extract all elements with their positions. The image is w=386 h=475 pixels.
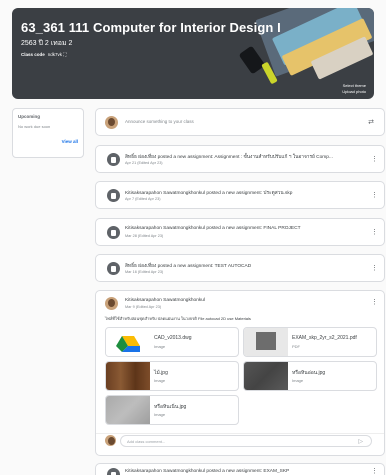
upload-photo-link[interactable]: Upload photo <box>342 89 366 95</box>
assignment-icon <box>107 262 120 275</box>
comment-row: Add class comment... ▷ <box>96 433 384 447</box>
assignment-icon <box>107 468 120 475</box>
attachment-item[interactable]: CAD_v2013.dwg Image <box>105 327 239 357</box>
attachment-name: หรือหินเนิ่น.jpg <box>154 404 187 410</box>
comment-input[interactable]: Add class comment... ▷ <box>120 435 372 447</box>
stone-thumbnail <box>106 396 150 424</box>
assignment-icon <box>107 153 120 166</box>
announce-input[interactable]: Announce something to your class <box>125 119 194 124</box>
attachment-type: Image <box>154 344 166 349</box>
post-date: Mar 16 (Edited Apr 23) <box>125 270 164 274</box>
post-title: Kitisaksarapahon Sawatmongkhonkul posted… <box>125 469 290 474</box>
stream-post[interactable]: Kitisaksarapahon Sawatmongkhonkul posted… <box>95 181 385 209</box>
more-options-icon[interactable]: ⋮ <box>371 156 378 163</box>
stone-thumbnail <box>244 362 288 390</box>
post-title: Kitisaksarapahon Sawatmongkhonkul posted… <box>125 191 293 196</box>
post-title: สิทธิ์ธ ผ่องเที่ยง posted a new assignme… <box>125 264 252 269</box>
upcoming-title: Upcoming <box>18 114 40 119</box>
attachment-type: Image <box>292 378 304 383</box>
class-code-value[interactable]: ndk7vk <box>48 52 62 57</box>
more-options-icon[interactable]: ⋮ <box>371 299 378 306</box>
more-options-icon[interactable]: ⋮ <box>371 192 378 199</box>
banner-decoration <box>238 45 266 75</box>
post-title: Kitisaksarapahon Sawatmongkhonkul posted… <box>125 226 301 231</box>
attachment-type: PDF <box>292 344 300 349</box>
class-section: 2563 ปี 2 เทอม 2 <box>21 40 73 47</box>
repost-icon[interactable]: ⇄ <box>368 118 374 126</box>
attachment-type: Image <box>154 412 166 417</box>
post-date: Apr 7 (Edited Apr 23) <box>125 197 161 201</box>
attachment-name: ไม้.jpg <box>154 370 168 376</box>
more-options-icon[interactable]: ⋮ <box>371 229 378 236</box>
stream-post[interactable]: สิทธิ์ธ ผ่องเที่ยง posted a new assignme… <box>95 254 385 282</box>
stream-post[interactable]: สิทธิ์ธ ผ่องเที่ยง posted a new assignme… <box>95 145 385 173</box>
stream-post[interactable]: Kitisaksarapahon Sawatmongkhonkul posted… <box>95 463 385 475</box>
attachment-item[interactable]: EXAM_skp_2yr_s2_2021.pdf PDF <box>243 327 377 357</box>
more-options-icon[interactable]: ⋮ <box>371 468 378 475</box>
class-code: Class code ndk7vk ⛶ <box>21 52 66 57</box>
upcoming-empty-text: No work due soon <box>18 124 51 129</box>
assignment-icon <box>107 226 120 239</box>
post-title: สิทธิ์ธ ผ่องเที่ยง posted a new assignme… <box>125 155 333 160</box>
attachment-item[interactable]: หรือหินอ่อน.jpg Image <box>243 361 377 391</box>
banner-actions: Select theme Upload photo <box>342 83 366 95</box>
stream-post[interactable]: Kitisaksarapahon Sawatmongkhonkul posted… <box>95 218 385 246</box>
upcoming-panel: Upcoming No work due soon View all <box>12 108 84 158</box>
attachment-name: EXAM_skp_2yr_s2_2021.pdf <box>292 335 357 341</box>
class-title: 63_361 111 Computer for Interior Design … <box>21 20 281 35</box>
attachment-item[interactable]: หรือหินเนิ่น.jpg Image <box>105 395 239 425</box>
post-author: Kitisaksarapahon Sawatmongkhonkul <box>125 298 205 303</box>
comment-placeholder: Add class comment... <box>127 439 166 444</box>
user-avatar <box>105 116 118 129</box>
assignment-icon <box>107 189 120 202</box>
view-all-link[interactable]: View all <box>62 139 78 144</box>
post-body: ไฟล์ที่ใช้สำหรับสอนชุดสำหรับ ปลดแผ่นงาน … <box>105 316 251 321</box>
drive-icon <box>106 328 150 356</box>
attachment-name: CAD_v2013.dwg <box>154 335 192 341</box>
fullscreen-icon[interactable]: ⛶ <box>62 52 66 57</box>
author-avatar <box>105 297 118 310</box>
post-date: Mar 28 (Edited Apr 23) <box>125 234 164 238</box>
send-icon[interactable]: ▷ <box>358 438 363 445</box>
material-post: Kitisaksarapahon Sawatmongkhonkul Mar 9 … <box>95 290 385 456</box>
attachment-name: หรือหินอ่อน.jpg <box>292 370 326 376</box>
post-date: Apr 21 (Edited Apr 23) <box>125 161 163 165</box>
attachment-item[interactable]: ไม้.jpg Image <box>105 361 239 391</box>
wood-thumbnail <box>106 362 150 390</box>
more-options-icon[interactable]: ⋮ <box>371 265 378 272</box>
class-banner: 63_361 111 Computer for Interior Design … <box>12 8 374 99</box>
class-code-label: Class code <box>21 52 45 57</box>
attachment-type: Image <box>154 378 166 383</box>
pdf-thumbnail <box>244 328 288 356</box>
user-avatar <box>105 435 116 446</box>
classroom-stream: 63_361 111 Computer for Interior Design … <box>0 0 386 475</box>
announce-card[interactable]: Announce something to your class ⇄ <box>95 108 385 136</box>
post-date: Mar 9 (Edited Apr 23) <box>125 305 162 309</box>
